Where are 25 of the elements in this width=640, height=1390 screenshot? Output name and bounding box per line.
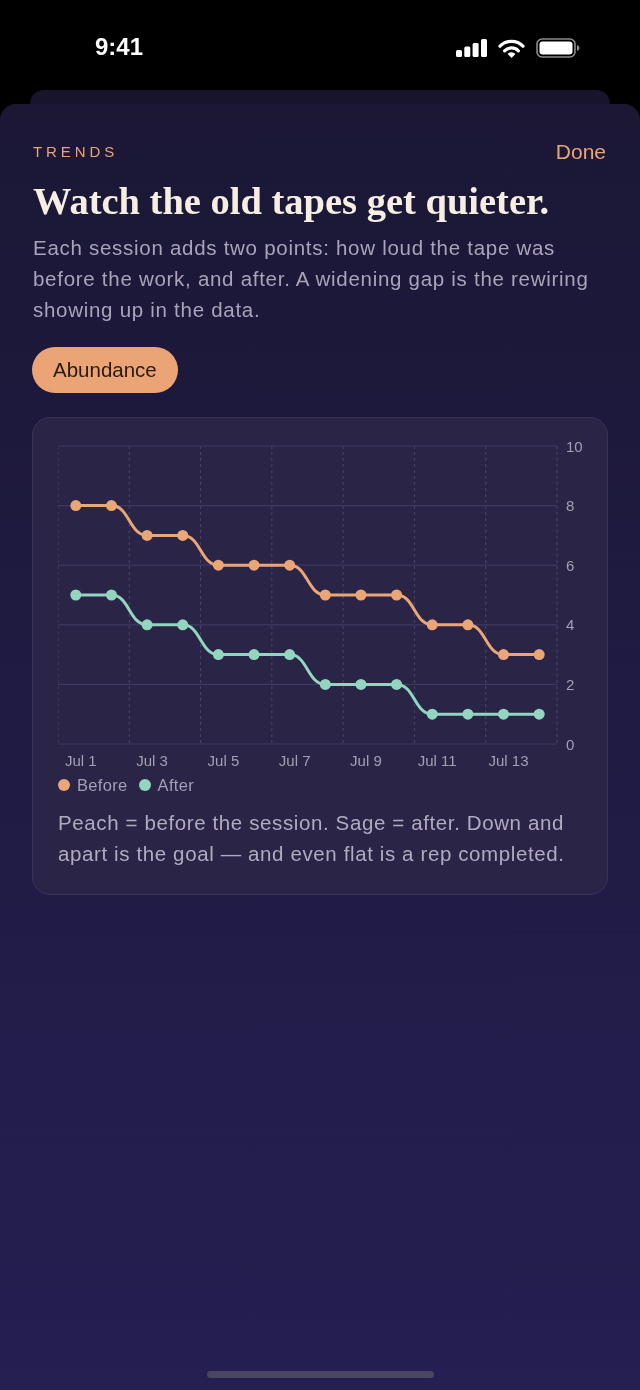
description-text: Each session adds two points: how loud the tape was before the work, and after. A widening gap is the rewiring showing up in the data. — [33, 235, 590, 323]
y-axis-label: 8 — [566, 497, 575, 515]
y-axis-label: 4 — [566, 616, 575, 634]
filter-chip[interactable]: Abundance — [32, 347, 178, 393]
x-axis-label: Jul 9 — [350, 751, 382, 769]
signal-icon — [456, 39, 487, 57]
y-axis-label: 10 — [566, 439, 583, 455]
section-eyebrow: TRENDS — [33, 142, 119, 162]
battery-icon — [536, 38, 580, 58]
x-axis-label: Jul 1 — [65, 751, 97, 769]
x-axis-label: Jul 7 — [278, 751, 311, 769]
legend-label: After — [157, 775, 195, 795]
x-axis-label: Jul 5 — [207, 751, 240, 769]
y-axis-label: 2 — [566, 675, 575, 693]
x-axis-label: Jul 3 — [136, 751, 168, 769]
y-axis-label: 0 — [566, 735, 575, 753]
x-axis-label: Jul 13 — [488, 751, 529, 769]
legend-label: Before — [77, 775, 128, 795]
status-time: 9:41 — [95, 33, 144, 61]
page-title: Watch the old tapes get quieter. — [33, 179, 551, 223]
y-axis-label: 6 — [566, 556, 575, 574]
done-button[interactable]: Done — [555, 140, 606, 164]
x-axis-label: Jul 11 — [417, 751, 457, 769]
wifi-icon — [498, 38, 525, 58]
chart-caption: Peach = before the session. Sage = after. Down and apart is the goal — and even flat is a rep completed. — [58, 810, 566, 867]
